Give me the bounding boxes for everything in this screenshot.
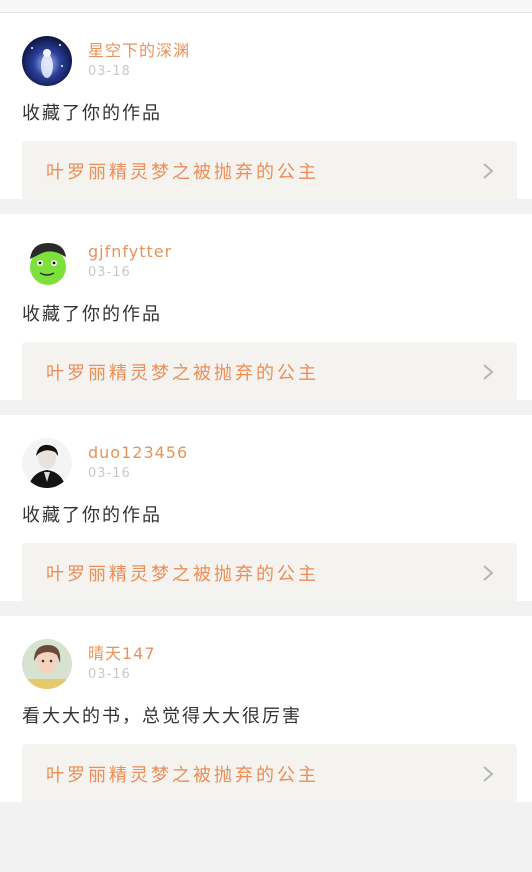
card-header: 星空下的深渊 03-18	[22, 35, 517, 87]
comment-text: 收藏了你的作品	[22, 103, 162, 124]
avatar-image	[22, 438, 72, 488]
username[interactable]: 晴天147	[88, 644, 156, 664]
avatar-image	[22, 36, 72, 86]
avatar[interactable]	[22, 237, 72, 287]
card-header: duo123456 03-16	[22, 437, 517, 489]
post-date: 03-16	[88, 667, 131, 682]
post-date: 03-18	[88, 64, 131, 79]
avatar[interactable]	[22, 639, 72, 689]
book-title: 叶罗丽精灵梦之被抛弃的公主	[46, 363, 319, 384]
avatar-image	[22, 639, 72, 689]
avatar-image	[22, 237, 72, 287]
activity-card: 星空下的深渊 03-18 收藏了你的作品 叶罗丽精灵梦之被抛弃的公主	[0, 13, 532, 201]
book-link[interactable]: 叶罗丽精灵梦之被抛弃的公主	[22, 744, 517, 804]
chevron-right-icon	[483, 364, 494, 380]
post-date: 03-16	[88, 466, 131, 481]
chevron-right-icon	[483, 766, 494, 782]
avatar[interactable]	[22, 36, 72, 86]
activity-feed: 星空下的深渊 03-18 收藏了你的作品 叶罗丽精灵梦之被抛弃的公主 gjfnf…	[0, 13, 532, 804]
chevron-right-icon	[483, 565, 494, 581]
post-date: 03-16	[88, 265, 131, 280]
username[interactable]: gjfnfytter	[88, 242, 172, 262]
username[interactable]: duo123456	[88, 443, 188, 463]
top-divider	[0, 0, 532, 13]
card-separator	[0, 601, 532, 616]
chevron-right-icon	[483, 163, 494, 179]
comment-text: 收藏了你的作品	[22, 505, 162, 526]
book-title: 叶罗丽精灵梦之被抛弃的公主	[46, 765, 319, 786]
card-header: 晴天147 03-16	[22, 638, 517, 690]
card-header: gjfnfytter 03-16	[22, 236, 517, 288]
book-link[interactable]: 叶罗丽精灵梦之被抛弃的公主	[22, 141, 517, 201]
book-link[interactable]: 叶罗丽精灵梦之被抛弃的公主	[22, 342, 517, 402]
card-separator	[0, 199, 532, 214]
book-title: 叶罗丽精灵梦之被抛弃的公主	[46, 162, 319, 183]
username[interactable]: 星空下的深渊	[88, 41, 190, 61]
card-separator	[0, 400, 532, 415]
avatar[interactable]	[22, 438, 72, 488]
comment-text: 看大大的书，总觉得大大很厉害	[22, 706, 302, 727]
comment-text: 收藏了你的作品	[22, 304, 162, 325]
book-link[interactable]: 叶罗丽精灵梦之被抛弃的公主	[22, 543, 517, 603]
activity-card: gjfnfytter 03-16 收藏了你的作品 叶罗丽精灵梦之被抛弃的公主	[0, 214, 532, 402]
activity-card: 晴天147 03-16 看大大的书，总觉得大大很厉害 叶罗丽精灵梦之被抛弃的公主	[0, 616, 532, 804]
book-title: 叶罗丽精灵梦之被抛弃的公主	[46, 564, 319, 585]
activity-card: duo123456 03-16 收藏了你的作品 叶罗丽精灵梦之被抛弃的公主	[0, 415, 532, 603]
